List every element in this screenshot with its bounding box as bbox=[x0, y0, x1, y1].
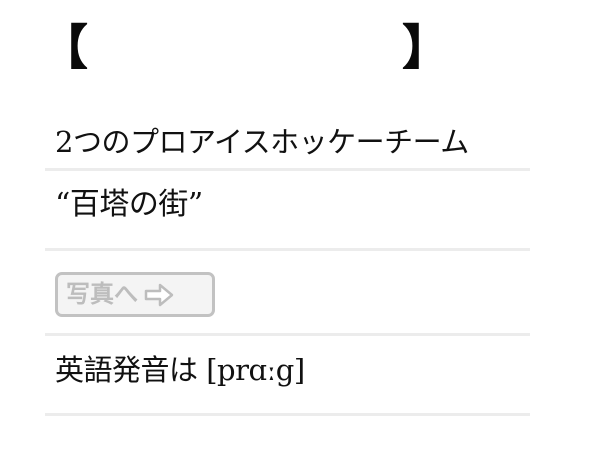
left-bracket: 【 bbox=[40, 20, 89, 76]
pronunciation-text: 英語発音は [prɑːg] bbox=[55, 353, 305, 387]
title-brackets: 【 】 bbox=[40, 20, 450, 76]
right-arrow-icon bbox=[144, 281, 174, 320]
list-item-nickname: “百塔の街” bbox=[45, 171, 530, 251]
list-item-hockey: 2つのプロアイスホッケーチーム bbox=[45, 110, 530, 171]
city-nickname-text: “百塔の街” bbox=[55, 187, 203, 222]
photo-button[interactable]: 写真へ bbox=[55, 272, 215, 317]
list-item-pronunciation: 英語発音は [prɑːg] bbox=[45, 336, 530, 416]
right-bracket: 】 bbox=[401, 20, 450, 76]
photo-button-label: 写真へ bbox=[66, 280, 138, 308]
hockey-teams-text: 2つのプロアイスホッケーチーム bbox=[55, 125, 469, 159]
info-list: 2つのプロアイスホッケーチーム “百塔の街” 写真へ 英語発音は [prɑːg] bbox=[45, 110, 530, 416]
list-item-photo: 写真へ bbox=[45, 251, 530, 336]
